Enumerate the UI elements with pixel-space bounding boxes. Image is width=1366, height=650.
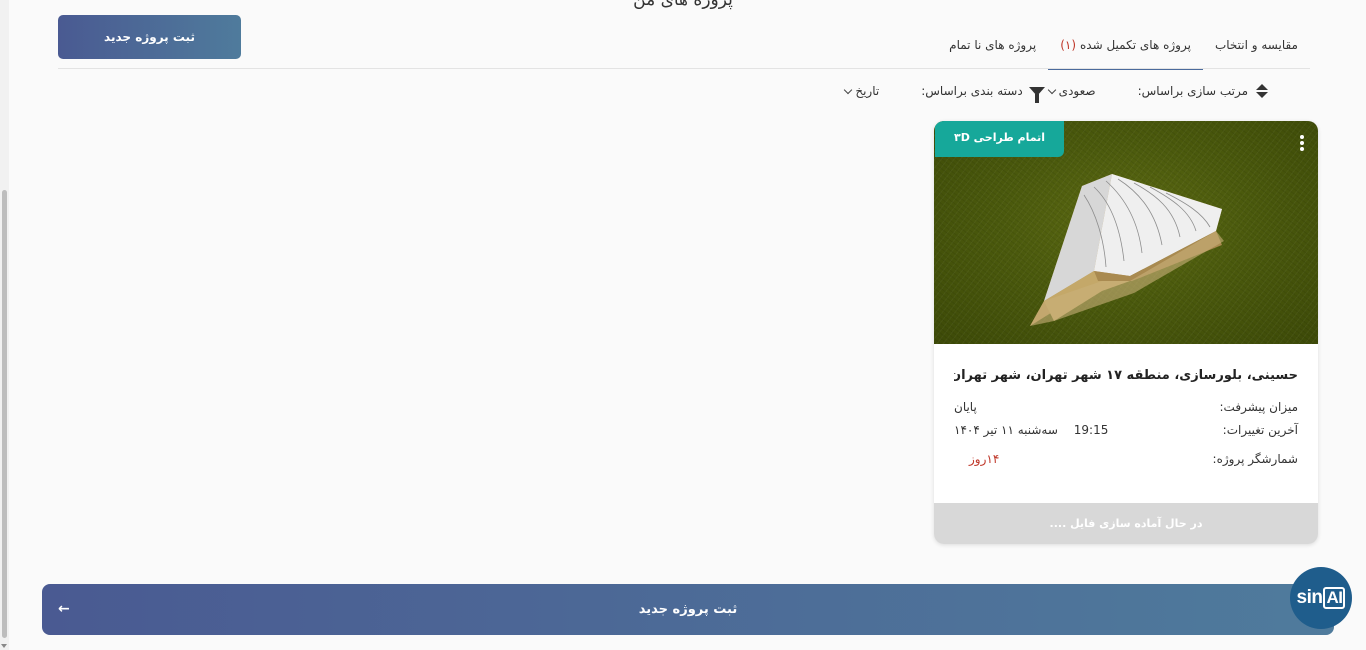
last-change-value: 19:15 سه‌شنبه ۱۱ تیر ۱۴۰۴ <box>954 423 1108 437</box>
progress-label: میزان پیشرفت: <box>1219 400 1298 414</box>
group-by-value: تاریخ <box>855 84 880 98</box>
progress-value: پایان <box>954 400 977 414</box>
tabs-divider <box>58 68 1310 69</box>
scrollbar-thumb[interactable] <box>2 190 7 638</box>
group-by-control: دسته بندی براساس: تاریخ <box>841 84 1045 103</box>
tab-label: مقایسه و انتخاب <box>1214 38 1298 52</box>
project-tabs: پروژه های نا تمام پروژه های تکمیل شده (۱… <box>937 22 1310 70</box>
last-change-row: آخرین تغییرات: 19:15 سه‌شنبه ۱۱ تیر ۱۴۰۴ <box>954 423 1298 437</box>
progress-row: میزان پیشرفت: پایان <box>954 400 1298 414</box>
project-render-image: اتمام طراحی ۳D <box>934 121 1318 344</box>
last-change-date: سه‌شنبه ۱۱ تیر ۱۴۰۴ <box>954 423 1058 437</box>
filter-bar: دسته بندی براساس: تاریخ مرتب سازی براساس… <box>841 80 1310 103</box>
page-scrollbar[interactable] <box>0 0 9 650</box>
chevron-down-icon <box>844 85 853 94</box>
sort-by-label: مرتب سازی براساس: <box>1137 84 1248 98</box>
sinai-logo-icon: sin AI <box>1297 587 1346 609</box>
sort-by-control: مرتب سازی براساس: صعودی <box>1045 84 1272 98</box>
more-options-icon[interactable] <box>1300 135 1304 151</box>
counter-label: شمارشگر پروژه: <box>1212 452 1298 466</box>
sort-by-value: صعودی <box>1058 84 1096 98</box>
page-title: پروژه های من <box>633 0 733 10</box>
project-title: حسینی، بلورسازی، منطقه ۱۷ شهر تهران، شهر… <box>954 368 1298 383</box>
tab-completed-projects[interactable]: پروژه های تکمیل شده (۱) <box>1048 22 1203 70</box>
new-project-button-bottom[interactable]: ثبت پروژه جدید ← <box>42 584 1334 635</box>
arrow-left-icon: ← <box>58 601 70 617</box>
status-badge: اتمام طراحی ۳D <box>935 121 1064 157</box>
project-card[interactable]: اتمام طراحی ۳D حسینی، بلورسازی، منطقه ۱۷… <box>934 121 1318 544</box>
group-by-select[interactable]: تاریخ <box>841 84 879 98</box>
filter-icon <box>1028 86 1045 103</box>
sort-by-select[interactable]: صعودی <box>1045 84 1096 98</box>
counter-value: ۱۴روز <box>969 452 1000 466</box>
tab-unfinished-projects[interactable]: پروژه های نا تمام <box>937 22 1048 68</box>
last-change-time: 19:15 <box>1073 423 1109 437</box>
counter-row: شمارشگر پروژه: ۱۴روز <box>954 452 1298 466</box>
tab-label: پروژه های تکمیل شده <box>1080 38 1191 52</box>
scroll-down-arrow-icon[interactable] <box>1 644 7 648</box>
chevron-down-icon <box>1047 85 1056 94</box>
new-project-button-top[interactable]: ثبت پروژه جدید <box>58 15 241 59</box>
tab-count-badge: (۱) <box>1060 38 1077 52</box>
sort-icon <box>1256 84 1268 98</box>
new-project-label: ثبت پروژه جدید <box>638 602 738 617</box>
tab-label: پروژه های نا تمام <box>949 38 1037 52</box>
tab-compare-select[interactable]: مقایسه و انتخاب <box>1203 22 1310 68</box>
file-preparing-status: در حال آماده سازی فایل .... <box>934 503 1318 544</box>
last-change-label: آخرین تغییرات: <box>1222 423 1298 437</box>
group-by-label: دسته بندی براساس: <box>921 84 1023 98</box>
sinai-assistant-button[interactable]: sin AI <box>1290 567 1352 629</box>
